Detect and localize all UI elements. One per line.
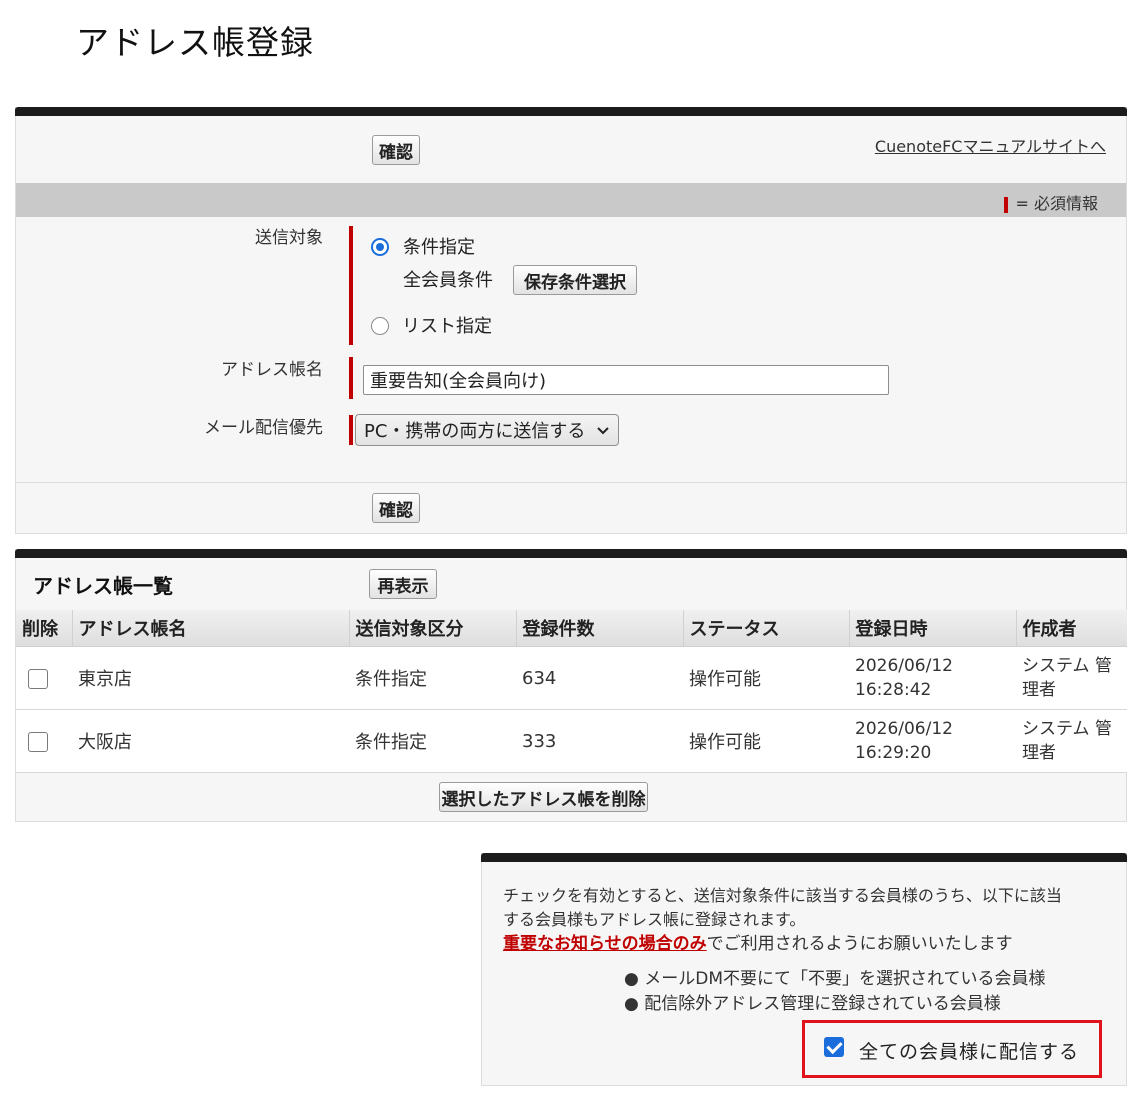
notice-line-3: 重要なお知らせの場合のみでご利用されるようにお願いいたします — [503, 932, 1013, 956]
bullet-item-text: 配信除外アドレス管理に登録されている会員様 — [644, 994, 1001, 1014]
required-marker-icon — [1003, 196, 1008, 213]
delete-selected-button[interactable]: 選択したアドレス帳を削除 — [439, 782, 648, 812]
row-date: 2026/06/12 — [855, 656, 953, 676]
condition-value: 全会員条件 — [403, 270, 493, 291]
table-row: 大阪店 条件指定 333 操作可能 2026/06/12 16:29:20 システ… — [16, 709, 1127, 773]
row-count: 634 — [516, 646, 683, 710]
row-date: 2026/06/12 — [855, 719, 953, 739]
bullet-item: ● 配信除外アドレス管理に登録されている会員様 — [624, 994, 1001, 1014]
row-datetime: 2026/06/12 16:28:42 — [849, 646, 1016, 710]
required-legend: = 必須情報 — [1003, 190, 1099, 214]
column-header-type[interactable]: 送信対象区分 — [348, 610, 516, 647]
row-type: 条件指定 — [349, 709, 516, 773]
bullet-item-text: メールDM不要にて「不要」を選択されている会員様 — [644, 969, 1046, 989]
notice-line-3-rest: でご利用されるようにお願いいたします — [706, 934, 1013, 954]
bullet-item: ● メールDM不要にて「不要」を選択されている会員様 — [624, 969, 1046, 989]
row-creator-line1: システム 管 — [1022, 656, 1112, 676]
row-status: 操作可能 — [683, 646, 849, 710]
row-count: 333 — [516, 709, 683, 773]
panel-header-bar — [481, 853, 1127, 862]
row-creator-line2: 理者 — [1022, 680, 1056, 700]
address-book-list-panel: アドレス帳一覧 再表示 削除 アドレス帳名 送信対象区分 登録件数 ステータス … — [15, 549, 1127, 822]
address-book-name-label: アドレス帳名 — [221, 360, 323, 380]
delivery-priority-select[interactable]: PC・携帯の両方に送信する — [355, 414, 619, 446]
row-creator-line2: 理者 — [1022, 743, 1056, 763]
row-name: 東京店 — [72, 646, 349, 710]
form-footer-divider — [16, 482, 1126, 483]
column-header-count[interactable]: 登録件数 — [515, 610, 683, 647]
required-legend-bar: = 必須情報 — [16, 183, 1126, 217]
notice-line-1: チェックを有効とすると、送信対象条件に該当する会員様のうち、以下に該当 — [503, 886, 1062, 905]
radio-condition[interactable] — [371, 238, 389, 256]
row-time: 16:29:20 — [855, 743, 932, 763]
all-members-notice-panel: チェックを有効とすると、送信対象条件に該当する会員様のうち、以下に該当 する会員… — [481, 853, 1127, 1086]
panel-header-bar — [15, 107, 1127, 116]
confirm-button-bottom[interactable]: 確認 — [372, 493, 420, 523]
row-time: 16:28:42 — [855, 680, 932, 700]
row-status: 操作可能 — [683, 709, 849, 773]
page-title: アドレス帳登録 — [76, 23, 314, 62]
required-indicator-target — [349, 226, 353, 345]
required-legend-text: = 必須情報 — [1015, 194, 1099, 213]
required-indicator-name — [349, 357, 353, 399]
table-header-row: 削除 アドレス帳名 送信対象区分 登録件数 ステータス 登録日時 作成者 — [16, 610, 1127, 647]
row-datetime: 2026/06/12 16:29:20 — [849, 709, 1016, 773]
all-members-checkbox-label[interactable]: 全ての会員様に配信する — [859, 1037, 1079, 1064]
important-notice-link[interactable]: 重要なお知らせの場合のみ — [503, 934, 707, 954]
manual-site-link[interactable]: CuenoteFCマニュアルサイトへ — [875, 133, 1106, 157]
delivery-priority-value: PC・携帯の両方に送信する — [364, 421, 586, 442]
chevron-down-icon — [596, 420, 610, 441]
confirm-button-top[interactable]: 確認 — [372, 135, 420, 165]
notice-line-2: する会員様もアドレス帳に登録されます。 — [503, 910, 806, 929]
row-creator: システム 管理者 — [1016, 646, 1127, 710]
list-title: アドレス帳一覧 — [33, 574, 173, 598]
address-book-name-input[interactable]: 重要告知(全会員向け) — [363, 365, 889, 395]
all-members-checkbox[interactable] — [824, 1037, 844, 1057]
registration-form-panel: 確認 CuenoteFCマニュアルサイトへ = 必須情報 送信対象 条件指定 全… — [15, 107, 1127, 534]
refresh-button[interactable]: 再表示 — [369, 569, 437, 599]
radio-list[interactable] — [371, 317, 389, 335]
column-header-status[interactable]: ステータス — [682, 610, 849, 647]
row-name: 大阪店 — [72, 709, 349, 773]
column-header-date[interactable]: 登録日時 — [848, 610, 1016, 647]
row-creator-line1: システム 管 — [1022, 719, 1112, 739]
radio-condition-label: 条件指定 — [403, 237, 475, 258]
row-delete-checkbox[interactable] — [28, 731, 48, 752]
column-header-name[interactable]: アドレス帳名 — [71, 610, 349, 647]
column-header-delete: 削除 — [16, 610, 72, 647]
row-creator: システム 管理者 — [1016, 709, 1127, 773]
delivery-priority-label: メール配信優先 — [204, 418, 323, 438]
required-indicator-delivery — [349, 415, 353, 445]
saved-condition-select-button[interactable]: 保存条件選択 — [513, 265, 637, 295]
address-book-table: 削除 アドレス帳名 送信対象区分 登録件数 ステータス 登録日時 作成者 東京店… — [16, 610, 1127, 773]
panel-header-bar — [15, 549, 1127, 558]
radio-list-label: リスト指定 — [402, 316, 492, 337]
row-delete-checkbox[interactable] — [28, 668, 48, 689]
column-header-creator[interactable]: 作成者 — [1015, 610, 1127, 647]
row-type: 条件指定 — [349, 646, 516, 710]
table-row: 東京店 条件指定 634 操作可能 2026/06/12 16:28:42 システ… — [16, 646, 1127, 710]
target-label: 送信対象 — [255, 228, 323, 248]
